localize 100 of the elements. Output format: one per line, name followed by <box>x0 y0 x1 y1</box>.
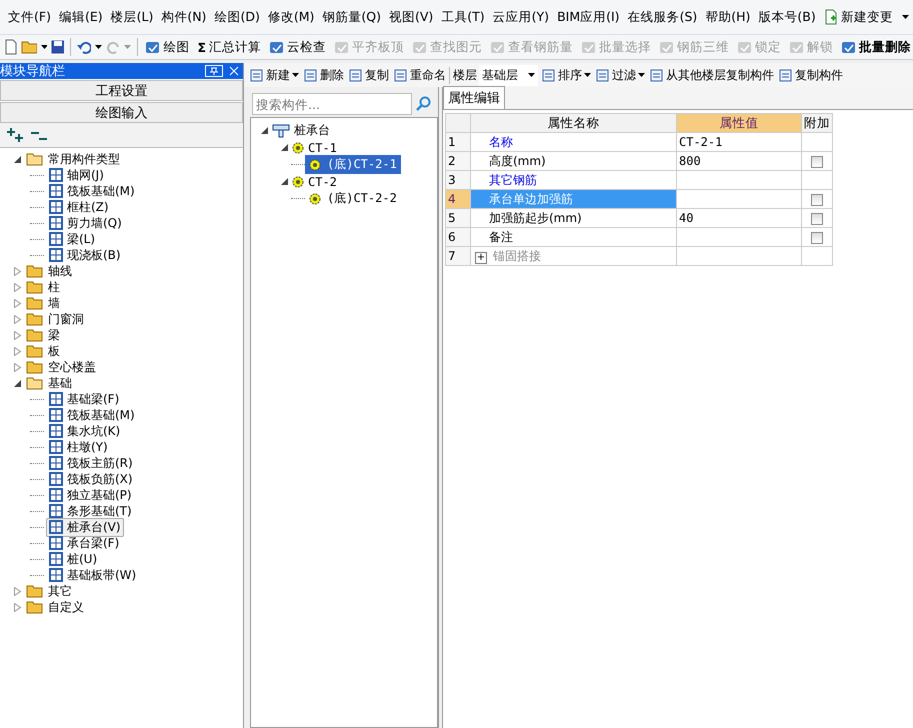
tree-item[interactable]: 剪力墙(Q) <box>46 214 125 232</box>
tree-item[interactable]: 框柱(Z) <box>46 198 112 216</box>
tree-item[interactable]: 条形基础(T) <box>46 502 135 520</box>
menu-item[interactable]: 在线服务(S) <box>624 8 702 26</box>
property-name[interactable]: + 锚固搭接 <box>470 246 676 266</box>
toolbar-button[interactable]: 删除 <box>302 66 345 84</box>
component-icon <box>49 248 63 262</box>
property-name[interactable]: 加强筋起步(mm) <box>470 208 676 228</box>
collapse-all-icon[interactable] <box>30 129 48 141</box>
section-button[interactable]: 绘图输入 <box>0 102 243 123</box>
toolbar-button[interactable]: 过滤 <box>594 66 646 84</box>
property-value[interactable]: 40 <box>676 208 802 228</box>
checkbox[interactable] <box>811 194 823 206</box>
property-value[interactable]: 800 <box>676 152 802 170</box>
gear-icon <box>292 142 304 154</box>
tree-item[interactable]: 梁(L) <box>46 230 98 248</box>
menu-item[interactable]: 修改(M) <box>264 8 318 26</box>
toolbar-button[interactable]: Σ 汇总计算 <box>195 38 263 56</box>
expanded-icon <box>261 127 268 134</box>
new-file-icon[interactable] <box>4 39 17 55</box>
component-icon <box>49 216 63 230</box>
tree-item[interactable]: 筏板基础(M) <box>46 406 138 424</box>
section-button[interactable]: 工程设置 <box>0 80 243 101</box>
expand-all-icon[interactable] <box>6 128 24 142</box>
toolbar-button[interactable]: 排序 <box>540 66 592 84</box>
caret-icon[interactable] <box>95 45 102 49</box>
tree-item[interactable]: 墙 <box>14 295 243 311</box>
tree-item[interactable]: 桩承台 <box>261 122 437 139</box>
tree-item[interactable]: 基础 <box>14 375 243 391</box>
menu-item[interactable]: 工具(T) <box>437 8 489 26</box>
tree-item[interactable]: CT-1 <box>261 139 437 156</box>
tree-item[interactable]: 现浇板(B) <box>46 246 124 264</box>
undo-icon[interactable] <box>76 40 92 54</box>
floor-label: 楼层 <box>449 66 477 84</box>
menu-item[interactable]: 版本号(B) <box>754 8 820 26</box>
property-value[interactable]: CT-2-1 <box>676 132 802 152</box>
tree-item[interactable]: 承台梁(F) <box>46 534 122 552</box>
caret-icon[interactable] <box>40 45 48 49</box>
menu-item[interactable]: 构件(N) <box>157 8 210 26</box>
folder-icon <box>26 360 44 374</box>
tree-item[interactable]: 轴线 <box>14 263 243 279</box>
checkbox[interactable] <box>811 212 823 225</box>
property-name[interactable]: 名称 <box>470 132 676 152</box>
menu-item[interactable]: BIM应用(I) <box>553 8 624 26</box>
toolbar-button[interactable]: 复制构件 <box>777 66 844 84</box>
save-icon[interactable] <box>51 40 64 54</box>
tree-item[interactable]: 基础梁(F) <box>46 390 122 408</box>
tree-item[interactable]: 独立基础(P) <box>46 486 135 504</box>
tree-item[interactable]: 空心楼盖 <box>14 359 243 375</box>
menu-item[interactable]: 编辑(E) <box>54 8 107 26</box>
tree-item[interactable]: 集水坑(K) <box>46 422 124 440</box>
tree-item[interactable]: 梁 <box>14 327 243 343</box>
checkbox[interactable] <box>811 156 823 168</box>
toolbar-button[interactable]: 重命名 <box>392 66 447 84</box>
menu-item[interactable]: 新建变更 <box>820 8 913 26</box>
tree-item[interactable]: 常用构件类型 <box>14 151 243 167</box>
toolbar-button[interactable]: 云检查 <box>267 38 328 56</box>
menu-item[interactable]: 云应用(Y) <box>488 8 554 26</box>
folder-icon[interactable] <box>20 40 37 54</box>
checkbox[interactable] <box>811 232 823 244</box>
toolbar-button[interactable]: 新建 <box>248 66 300 84</box>
expand-button[interactable]: + <box>475 252 487 264</box>
tree-item[interactable]: 桩承台(V) <box>46 518 124 536</box>
toolbar-button[interactable]: 批量删除 <box>839 38 913 56</box>
pin-icon[interactable] <box>205 65 223 77</box>
tree-item[interactable]: 自定义 <box>14 599 243 615</box>
menu-item[interactable]: 楼层(L) <box>106 8 158 26</box>
tree-item[interactable]: 其它 <box>14 583 243 599</box>
property-name[interactable]: 高度(mm) <box>470 152 676 170</box>
close-icon[interactable] <box>229 66 239 76</box>
component-icon <box>49 488 63 502</box>
folder-icon <box>26 344 44 358</box>
tab[interactable]: 属性编辑 <box>443 86 505 109</box>
property-name[interactable]: 备注 <box>470 228 676 246</box>
tree-item[interactable]: 桩(U) <box>46 550 100 568</box>
tree-item[interactable]: 筏板基础(M) <box>46 182 138 200</box>
menu-item[interactable]: 文件(F) <box>4 8 55 26</box>
floor-select[interactable]: 基础层 <box>479 64 538 86</box>
menu-item[interactable]: 绘图(D) <box>210 8 264 26</box>
tree-item[interactable]: CT-2 <box>261 173 437 190</box>
tree-item[interactable]: 筏板主筋(R) <box>46 454 136 472</box>
tree-item[interactable]: 轴网(J) <box>46 166 107 184</box>
tree-item[interactable]: 门窗洞 <box>14 311 243 327</box>
tree-item[interactable]: 柱墩(Y) <box>46 438 111 456</box>
tree-item[interactable]: (底)CT-2-2 <box>305 189 401 208</box>
toolbar-button[interactable]: 复制 <box>347 66 390 84</box>
tree-item[interactable]: 基础板带(W) <box>46 566 140 584</box>
tree-item[interactable]: 柱 <box>14 279 243 295</box>
toolbar-button[interactable]: 绘图 <box>143 38 192 56</box>
tree-item[interactable]: (底)CT-2-1 <box>305 155 401 174</box>
search-field[interactable]: 搜索构件... <box>252 93 412 115</box>
tree-item[interactable]: 板 <box>14 343 243 359</box>
menu-item[interactable]: 帮助(H) <box>701 8 754 26</box>
toolbar-button[interactable]: 从其他楼层复制构件 <box>648 66 775 84</box>
row-number: 6 <box>446 228 470 246</box>
menu-item[interactable]: 钢筋量(Q) <box>318 8 385 26</box>
expanded-icon <box>281 144 288 151</box>
search-icon[interactable] <box>416 96 432 112</box>
tree-item[interactable]: 筏板负筋(X) <box>46 470 136 488</box>
menu-item[interactable]: 视图(V) <box>384 8 438 26</box>
